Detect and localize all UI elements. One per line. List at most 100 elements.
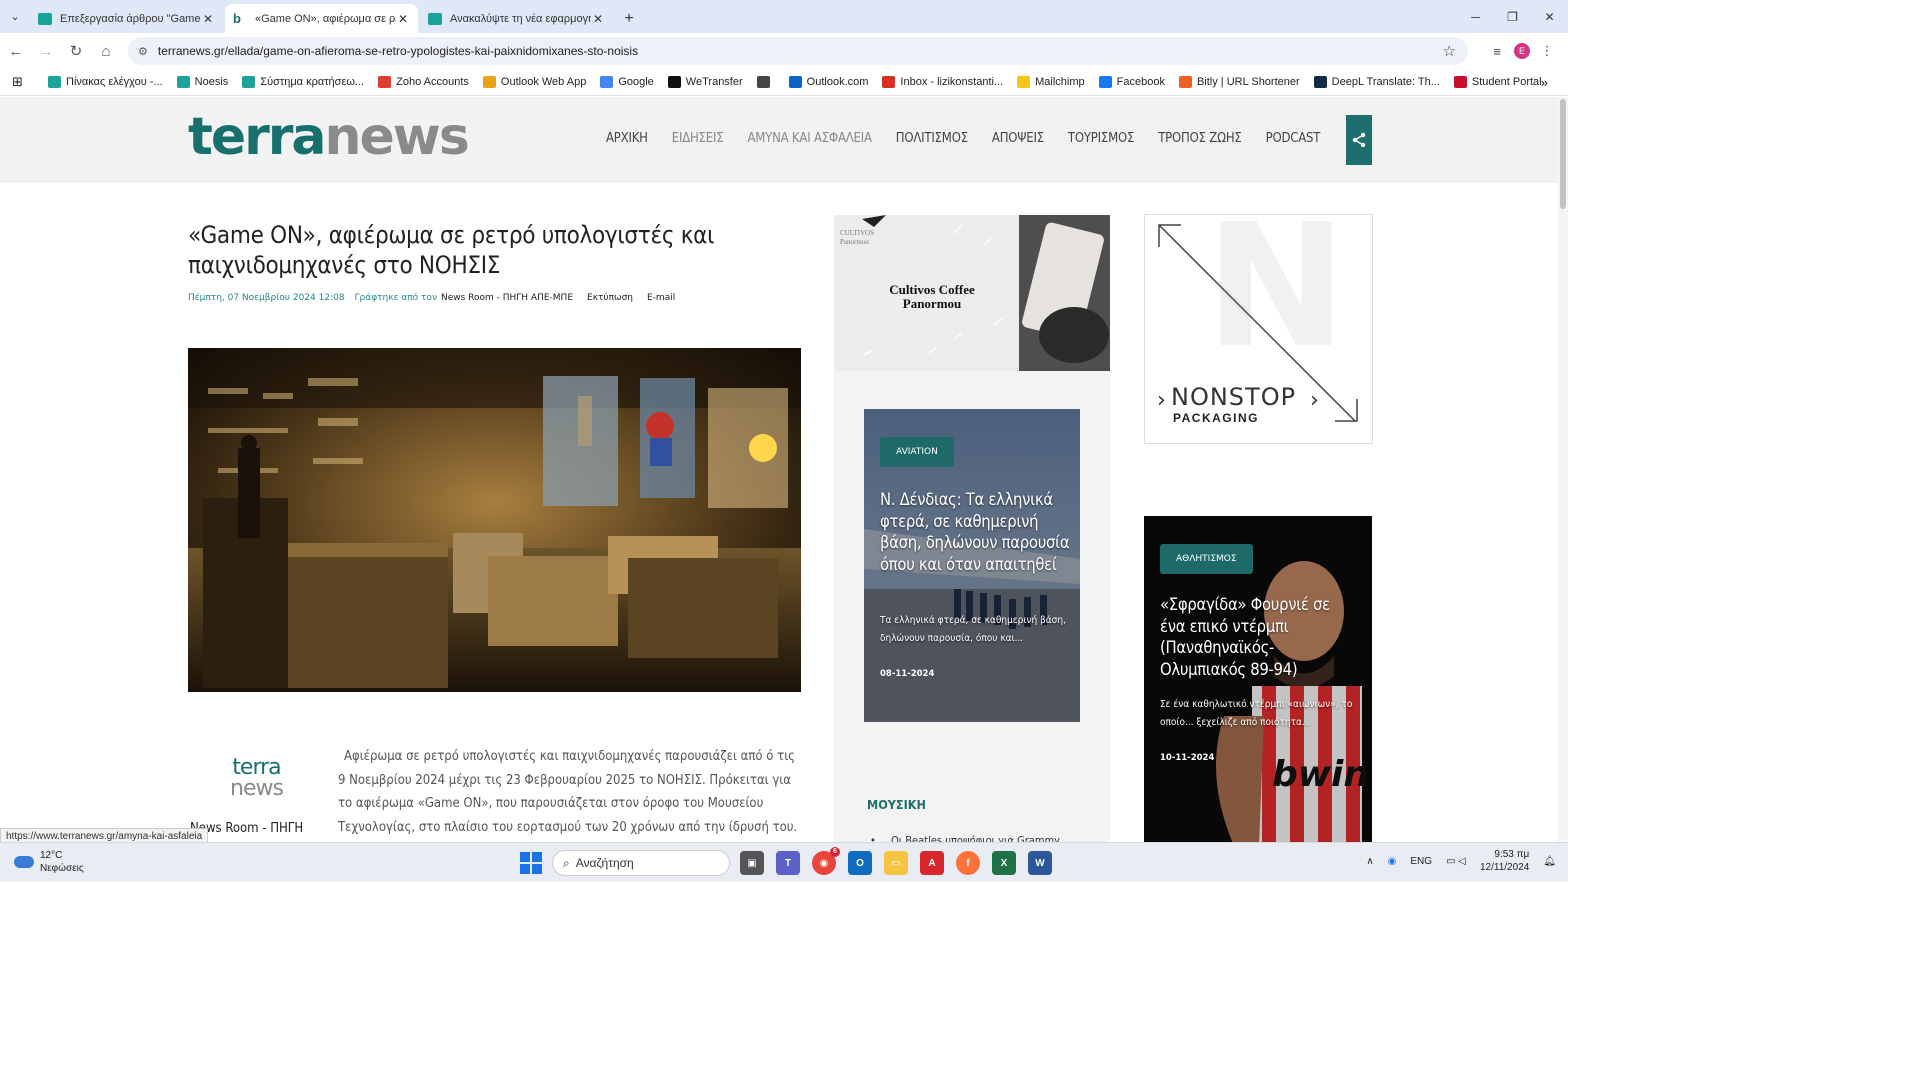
- web-page: terranews ΑΡΧΙΚΗ ΕΙΔΗΣΕΙΣ ΑΜΥΝΑ ΚΑΙ ΑΣΦΑΛΕ…: [0, 97, 1568, 842]
- bookmark-item[interactable]: Facebook: [1098, 76, 1165, 88]
- bookmark-item[interactable]: WeTransfer: [667, 76, 743, 88]
- profile-avatar[interactable]: E: [1514, 43, 1530, 59]
- share-icon[interactable]: [1346, 115, 1372, 165]
- close-tab-icon[interactable]: ✕: [396, 12, 410, 26]
- excel-icon[interactable]: X: [992, 851, 1016, 875]
- bookmark-item[interactable]: Google: [600, 76, 654, 88]
- file-explorer-icon[interactable]: ▭: [884, 851, 908, 875]
- nav-item[interactable]: ΕΙΔΗΣΕΙΣ: [672, 131, 724, 146]
- card-excerpt: Σε ένα καθηλωτικό ντέρμπι «αιώνιων», το …: [1160, 699, 1353, 728]
- start-button[interactable]: [520, 852, 542, 874]
- bookmark-item[interactable]: Student Portal: [1453, 76, 1542, 88]
- home-icon[interactable]: ⌂: [92, 37, 120, 65]
- clock[interactable]: 9:53 πμ 12/11/2024: [1480, 848, 1529, 874]
- close-tab-icon[interactable]: ✕: [591, 12, 605, 26]
- app-tray-icon[interactable]: ◉: [1388, 856, 1397, 867]
- bookmark-favicon-icon: [48, 76, 61, 88]
- forward-icon[interactable]: →: [32, 37, 60, 65]
- bookmark-favicon-icon: [242, 76, 256, 88]
- tab-search-button[interactable]: ⌄: [0, 0, 30, 33]
- close-window-icon[interactable]: ✕: [1531, 0, 1568, 33]
- tab-new-app[interactable]: Ανακαλύψτε τη νέα εφαρμογή ✕: [420, 4, 613, 33]
- bookmark-item[interactable]: Πίνακας ελέγχου -...: [48, 76, 163, 88]
- news-card-sports[interactable]: bwin ΑΘΛΗΤΙΣΜΟΣ «Σφραγίδα» Φουρνιέ σε έν…: [1144, 516, 1372, 842]
- card-title[interactable]: Ν. Δένδιας: Τα ελληνικά φτερά, σε καθημε…: [880, 489, 1070, 575]
- news-card-aviation[interactable]: AVIATION Ν. Δένδιας: Τα ελληνικά φτερά, …: [864, 409, 1080, 722]
- media-controls-icon[interactable]: ≡: [1484, 37, 1510, 65]
- bookmark-item[interactable]: Inbox - lizikonstanti...: [882, 76, 1003, 88]
- bookmark-item[interactable]: Outlook Web App: [482, 76, 586, 88]
- chrome-icon[interactable]: ◉ 6: [812, 847, 840, 875]
- site-favicon-icon: [428, 12, 442, 25]
- url-text[interactable]: terranews.gr/ellada/game-on-afieroma-se-…: [158, 44, 638, 58]
- reload-icon[interactable]: ↻: [62, 37, 90, 65]
- bookmarks-bar: ⊞ Πίνακας ελέγχου -... Noesis Σύστημα κρατ…: [0, 69, 1568, 96]
- nav-item[interactable]: ΠΟΛΙΤΙΣΜΟΣ: [896, 131, 968, 146]
- email-link[interactable]: E-mail: [647, 293, 675, 303]
- apps-grid-icon[interactable]: ⊞: [12, 74, 28, 90]
- bookmark-item[interactable]: DeepL Translate: Th...: [1313, 76, 1440, 88]
- link-status-bubble: https://www.terranews.gr/amyna-kai-asfal…: [0, 828, 209, 842]
- show-hidden-icons[interactable]: ∧: [1366, 856, 1373, 867]
- cultivos-coffee-ad[interactable]: CULTIVOS Panormou Cultivos Coffee Panormou: [834, 215, 1110, 371]
- network-volume-icon[interactable]: ▭ ◁: [1446, 856, 1466, 867]
- language-indicator[interactable]: ENG: [1410, 856, 1432, 867]
- task-view-icon[interactable]: ▣: [740, 851, 764, 875]
- outlook-icon[interactable]: O: [848, 851, 872, 875]
- nonstop-packaging-ad[interactable]: N › › NONSTOP PACKAGING: [1144, 214, 1373, 444]
- restore-icon[interactable]: ❐: [1494, 0, 1531, 33]
- tab-edit-article[interactable]: Επεξεργασία άρθρου "Game O ✕: [30, 4, 223, 33]
- category-badge[interactable]: AVIATION: [880, 437, 954, 467]
- tab-title: «Game ON», αφιέρωμα σε ρετρ: [255, 12, 396, 25]
- windows-taskbar: 12°C Νεφώσεις ⌕ Αναζήτηση ▣ T ◉ 6 O ▭ A f X…: [0, 842, 1568, 882]
- site-header: terranews ΑΡΧΙΚΗ ΕΙΔΗΣΕΙΣ ΑΜΥΝΑ ΚΑΙ ΑΣΦΑΛΕ…: [0, 97, 1558, 182]
- music-section-heading[interactable]: ΜΟΥΣΙΚΗ: [867, 797, 926, 812]
- article-body: Αφιέρωμα σε ρετρό υπολογιστές και παιχνι…: [338, 749, 798, 835]
- nav-item[interactable]: ΑΠΟΨΕΙΣ: [992, 131, 1044, 146]
- word-icon[interactable]: W: [1028, 851, 1052, 875]
- site-info-icon[interactable]: ⚙: [138, 45, 148, 58]
- bookmark-item[interactable]: Bitly | URL Shortener: [1178, 76, 1300, 88]
- article-hero-image: [188, 348, 801, 692]
- music-list-item[interactable]: • Οι Beatles υποψήφιοι για Grammy: [870, 834, 1060, 842]
- minimize-icon[interactable]: ─: [1457, 0, 1494, 33]
- acrobat-icon[interactable]: A: [920, 851, 944, 875]
- print-link[interactable]: Εκτύπωση: [587, 293, 633, 303]
- bookmark-item[interactable]: Zoho Accounts: [378, 76, 469, 88]
- bookmark-item[interactable]: Mailchimp: [1017, 76, 1085, 88]
- category-badge[interactable]: ΑΘΛΗΤΙΣΜΟΣ: [1160, 544, 1253, 574]
- weather-widget[interactable]: 12°C Νεφώσεις: [14, 849, 84, 875]
- page-scrollbar[interactable]: [1558, 97, 1568, 842]
- close-tab-icon[interactable]: ✕: [201, 12, 215, 26]
- nav-item[interactable]: ΤΡΟΠΟΣ ΖΩΗΣ: [1158, 131, 1242, 146]
- nav-item[interactable]: PODCAST: [1266, 131, 1321, 146]
- article-title: «Game ON», αφιέρωμα σε ρετρό υπολογιστές…: [188, 221, 715, 279]
- terranews-logo[interactable]: terranews: [188, 107, 470, 167]
- bookmark-favicon-icon: [667, 76, 681, 88]
- browser-menu-icon[interactable]: ⋮: [1534, 37, 1560, 65]
- tab-game-on-article[interactable]: b «Game ON», αφιέρωμα σε ρετρ ✕: [225, 4, 418, 33]
- taskbar-search[interactable]: ⌕ Αναζήτηση: [552, 850, 730, 876]
- nav-item[interactable]: ΤΟΥΡΙΣΜΟΣ: [1068, 131, 1134, 146]
- bookmark-item[interactable]: [756, 76, 775, 88]
- svg-text:›: ›: [1157, 388, 1166, 413]
- bookmark-star-icon[interactable]: ☆: [1443, 42, 1456, 60]
- notifications-icon[interactable]: 🔔︎: [1543, 856, 1556, 867]
- bookmark-item[interactable]: Σύστημα κρατήσεω...: [242, 76, 364, 88]
- url-bar[interactable]: ⚙ terranews.gr/ellada/game-on-afieroma-s…: [128, 37, 1468, 65]
- teams-icon[interactable]: T: [776, 851, 800, 875]
- card-title[interactable]: «Σφραγίδα» Φουρνιέ σε ένα επικό ντέρμπι …: [1160, 594, 1336, 680]
- cultivos-small-logo: CULTIVOS Panormou: [840, 229, 874, 246]
- bookmark-item[interactable]: Noesis: [176, 76, 228, 88]
- more-bookmarks-icon[interactable]: »: [1541, 75, 1548, 90]
- firefox-icon[interactable]: f: [956, 851, 980, 875]
- bookmark-favicon-icon: [176, 76, 190, 88]
- new-tab-button[interactable]: +: [615, 4, 643, 33]
- nonstop-ad-subtitle: PACKAGING: [1173, 411, 1259, 425]
- svg-text:›: ›: [1310, 388, 1319, 413]
- nav-item[interactable]: ΑΡΧΙΚΗ: [606, 131, 648, 146]
- back-icon[interactable]: ←: [2, 37, 30, 65]
- bookmark-item[interactable]: Outlook.com: [788, 76, 868, 88]
- nav-item[interactable]: ΑΜΥΝΑ ΚΑΙ ΑΣΦΑΛΕΙΑ: [747, 131, 872, 146]
- terranews-favicon-icon: b: [233, 10, 241, 26]
